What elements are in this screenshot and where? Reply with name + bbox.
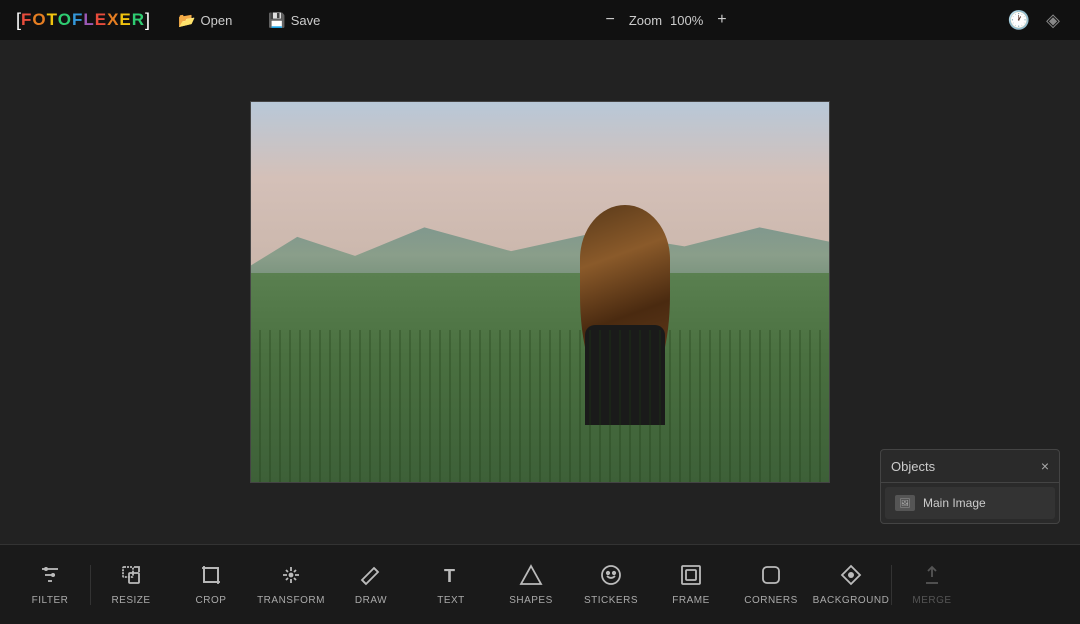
- photo-canvas: [250, 101, 830, 483]
- zoom-control: − Zoom 100% +: [599, 9, 732, 31]
- top-left-section: [ FOTOFLEXER ] 📂 Open 💾 Save: [16, 8, 328, 33]
- open-label: Open: [201, 13, 233, 28]
- crop-label: CROP: [196, 595, 227, 606]
- logo-text: FOTOFLEXER: [21, 10, 145, 30]
- tool-draw[interactable]: DRAW: [331, 549, 411, 621]
- frame-label: FRAME: [672, 595, 710, 606]
- canvas-area: Objects × 🖼 Main Image: [0, 40, 1080, 544]
- tool-stickers[interactable]: STICKERS: [571, 549, 651, 621]
- filter-icon: [38, 563, 62, 591]
- background-label: BACKGROUND: [813, 595, 890, 606]
- shapes-icon: [519, 563, 543, 591]
- open-button[interactable]: 📂 Open: [170, 8, 240, 33]
- bottom-toolbar: FILTER RESIZE CROP TRANSFORM DRAW T TEXT…: [0, 544, 1080, 624]
- save-icon: 💾: [268, 12, 285, 29]
- photo-figure: [565, 205, 685, 425]
- text-label: TEXT: [437, 595, 465, 606]
- stickers-label: STICKERS: [584, 595, 638, 606]
- main-image-icon: 🖼: [895, 495, 915, 511]
- filter-label: FILTER: [32, 595, 69, 606]
- resize-label: RESIZE: [111, 595, 150, 606]
- zoom-label: Zoom: [629, 13, 662, 28]
- frame-icon: [679, 563, 703, 591]
- tool-merge: MERGE: [892, 549, 972, 621]
- merge-label: MERGE: [912, 595, 951, 606]
- top-right-section: 🕐 ◈: [1004, 6, 1064, 35]
- tool-transform[interactable]: TRANSFORM: [251, 549, 331, 621]
- transform-label: TRANSFORM: [257, 595, 325, 606]
- merge-icon: [920, 563, 944, 591]
- svg-text:T: T: [444, 566, 456, 586]
- main-image-label: Main Image: [923, 496, 986, 510]
- stickers-icon: [599, 563, 623, 591]
- zoom-value: 100%: [670, 13, 703, 28]
- photo-field: [251, 273, 829, 482]
- save-label: Save: [291, 13, 321, 28]
- objects-panel-title: Objects: [891, 459, 935, 474]
- crop-icon: [199, 563, 223, 591]
- shapes-label: SHAPES: [509, 595, 553, 606]
- tool-background[interactable]: BACKGROUND: [811, 549, 891, 621]
- tool-filter[interactable]: FILTER: [10, 549, 90, 621]
- background-icon: [839, 563, 863, 591]
- draw-icon: [359, 563, 383, 591]
- save-button[interactable]: 💾 Save: [260, 8, 328, 33]
- top-bar: [ FOTOFLEXER ] 📂 Open 💾 Save − Zoom 100%…: [0, 0, 1080, 40]
- logo: [ FOTOFLEXER ]: [16, 10, 150, 31]
- objects-main-image-item[interactable]: 🖼 Main Image: [885, 487, 1055, 519]
- main-content: Objects × 🖼 Main Image: [0, 40, 1080, 544]
- logo-bracket-close: ]: [145, 10, 150, 31]
- layers-icon: ◈: [1046, 10, 1060, 30]
- corners-label: CORNERS: [744, 595, 798, 606]
- history-icon: 🕐: [1008, 10, 1030, 30]
- resize-icon: [119, 563, 143, 591]
- transform-icon: [279, 563, 303, 591]
- zoom-minus-button[interactable]: −: [599, 9, 620, 31]
- text-icon: T: [439, 563, 463, 591]
- tool-text[interactable]: T TEXT: [411, 549, 491, 621]
- layers-button[interactable]: ◈: [1042, 6, 1064, 35]
- open-icon: 📂: [178, 12, 195, 29]
- draw-label: DRAW: [355, 595, 387, 606]
- tool-shapes[interactable]: SHAPES: [491, 549, 571, 621]
- tool-frame[interactable]: FRAME: [651, 549, 731, 621]
- tool-crop[interactable]: CROP: [171, 549, 251, 621]
- objects-panel-close-button[interactable]: ×: [1041, 458, 1049, 474]
- tool-resize[interactable]: RESIZE: [91, 549, 171, 621]
- tool-corners[interactable]: CORNERS: [731, 549, 811, 621]
- photo-body: [585, 325, 665, 425]
- history-button[interactable]: 🕐: [1004, 6, 1034, 35]
- zoom-plus-button[interactable]: +: [711, 9, 732, 31]
- objects-panel-header: Objects ×: [881, 450, 1059, 483]
- corners-icon: [759, 563, 783, 591]
- image-icon-symbol: 🖼: [899, 498, 910, 509]
- objects-panel: Objects × 🖼 Main Image: [880, 449, 1060, 524]
